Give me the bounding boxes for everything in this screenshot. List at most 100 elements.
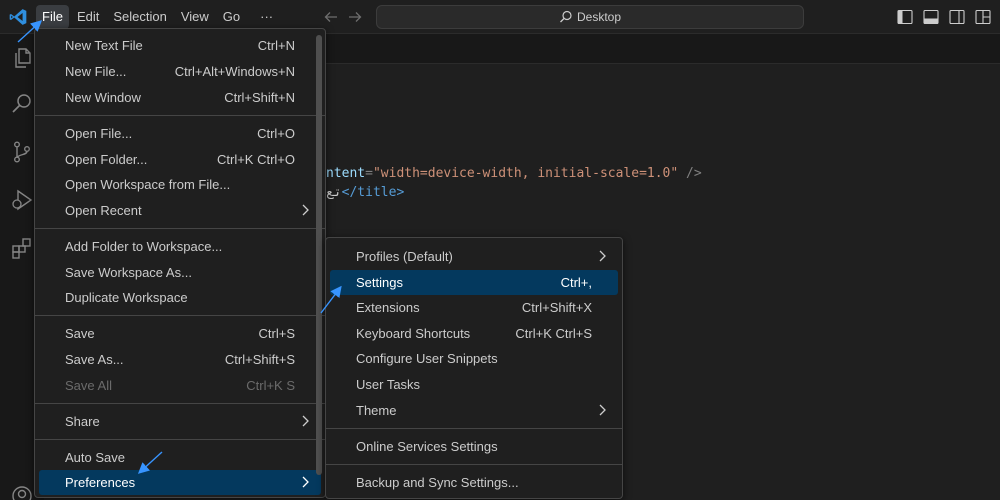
code-tag-end: />: [678, 166, 702, 181]
menu-item-label: Save All: [65, 378, 112, 393]
menu-new-window[interactable]: New Window Ctrl+Shift+N: [39, 85, 321, 110]
menu-save-workspace-as[interactable]: Save Workspace As...: [39, 260, 321, 285]
menu-duplicate-workspace[interactable]: Duplicate Workspace: [39, 285, 321, 310]
search-icon: [560, 10, 572, 23]
chevron-right-icon: [302, 415, 309, 427]
command-center[interactable]: Desktop: [376, 5, 804, 29]
preferences-submenu: Profiles (Default) Settings Ctrl+, Exten…: [325, 237, 623, 499]
menu-user-tasks[interactable]: User Tasks: [330, 372, 618, 397]
code-line-meta-viewport[interactable]: ntent="width=device-width, initial-scale…: [326, 166, 702, 181]
menu-item-label: Profiles (Default): [356, 249, 453, 264]
menu-keyboard-shortcuts[interactable]: Keyboard Shortcuts Ctrl+K Ctrl+S: [330, 321, 618, 346]
source-control-icon[interactable]: [10, 140, 34, 164]
menu-item-label: Settings: [356, 275, 403, 290]
menu-item-label: Theme: [356, 403, 397, 418]
toggle-primary-sidebar-icon[interactable]: [896, 8, 914, 26]
menu-item-label: Backup and Sync Settings...: [356, 475, 519, 490]
menu-auto-save[interactable]: Auto Save: [39, 445, 321, 470]
menu-item-label: Save: [65, 326, 95, 341]
code-text: تع: [326, 185, 342, 200]
menu-edit[interactable]: Edit: [71, 5, 105, 29]
menu-separator: [35, 439, 325, 440]
menu-item-label: Save As...: [65, 352, 124, 367]
search-icon[interactable]: [10, 92, 34, 116]
menu-item-label: New Text File: [65, 38, 143, 53]
menu-new-file[interactable]: New File... Ctrl+Alt+Windows+N: [39, 59, 321, 84]
code-equals: =: [365, 166, 373, 181]
menu-item-label: Share: [65, 414, 100, 429]
code-line-title[interactable]: تع</title>: [326, 185, 404, 200]
menu-item-shortcut: Ctrl+K Ctrl+O: [216, 152, 295, 167]
menu-scrollbar[interactable]: [316, 35, 322, 475]
menu-item-label: User Tasks: [356, 377, 421, 392]
menu-backup-sync[interactable]: Backup and Sync Settings...: [330, 470, 618, 495]
account-icon[interactable]: [10, 484, 34, 500]
menu-preferences[interactable]: Preferences: [39, 470, 321, 495]
menu-more[interactable]: ···: [254, 5, 279, 29]
menu-item-shortcut: Ctrl+Shift+S: [224, 352, 295, 367]
menu-selection[interactable]: Selection: [107, 5, 172, 29]
menu-save-as[interactable]: Save As... Ctrl+Shift+S: [39, 347, 321, 372]
menu-item-label: Auto Save: [65, 450, 125, 465]
code-attr: ntent: [326, 166, 366, 181]
menu-item-label: Online Services Settings: [356, 439, 498, 454]
menu-add-folder[interactable]: Add Folder to Workspace...: [39, 234, 321, 259]
menu-item-label: Configure User Snippets: [356, 351, 498, 366]
menu-save[interactable]: Save Ctrl+S: [39, 321, 321, 346]
code-string: "width=device-width, initial-scale=1.0": [372, 166, 679, 181]
menu-open-file[interactable]: Open File... Ctrl+O: [39, 121, 321, 146]
menu-item-label: Preferences: [65, 475, 136, 490]
menu-file[interactable]: File: [36, 5, 69, 29]
menu-item-label: Extensions: [356, 300, 420, 315]
menu-item-shortcut: Ctrl+K S: [246, 378, 295, 393]
toggle-panel-icon[interactable]: [922, 8, 940, 26]
menu-extensions[interactable]: Extensions Ctrl+Shift+X: [330, 295, 618, 320]
menu-item-shortcut: Ctrl+,: [560, 275, 592, 290]
back-arrow-icon[interactable]: [322, 8, 340, 26]
chevron-right-icon: [302, 476, 309, 488]
menu-item-label: Duplicate Workspace: [65, 290, 188, 305]
menu-item-shortcut: Ctrl+S: [258, 326, 295, 341]
menu-item-shortcut: Ctrl+Alt+Windows+N: [174, 64, 295, 79]
menu-item-shortcut: Ctrl+O: [257, 126, 295, 141]
menu-open-workspace[interactable]: Open Workspace from File...: [39, 172, 321, 197]
command-center-label: Desktop: [576, 10, 622, 24]
menu-go[interactable]: Go: [217, 5, 246, 29]
toggle-secondary-sidebar-icon[interactable]: [948, 8, 966, 26]
menu-share[interactable]: Share: [39, 409, 321, 434]
customize-layout-icon[interactable]: [974, 8, 992, 26]
vscode-logo-icon[interactable]: [8, 7, 28, 27]
menu-separator: [326, 428, 622, 429]
menu-item-label: New Window: [65, 90, 141, 105]
menu-user-snippets[interactable]: Configure User Snippets: [330, 346, 618, 371]
menu-separator: [35, 115, 325, 116]
files-icon[interactable]: [10, 46, 34, 70]
menu-theme[interactable]: Theme: [330, 398, 618, 423]
menu-separator: [35, 403, 325, 404]
menu-item-shortcut: Ctrl+Shift+N: [224, 90, 295, 105]
menu-item-shortcut: Ctrl+K Ctrl+S: [515, 326, 592, 341]
chevron-right-icon: [599, 250, 606, 262]
file-menu: New Text File Ctrl+N New File... Ctrl+Al…: [34, 28, 326, 498]
layout-controls: [888, 8, 992, 26]
menu-save-all: Save All Ctrl+K S: [39, 373, 321, 398]
forward-arrow-icon[interactable]: [346, 8, 364, 26]
menu-settings[interactable]: Settings Ctrl+,: [330, 270, 618, 295]
menu-profiles[interactable]: Profiles (Default): [330, 244, 618, 269]
code-close-tag: </title>: [341, 185, 405, 200]
menu-separator: [35, 228, 325, 229]
menu-item-label: Open Folder...: [65, 152, 148, 167]
menu-new-text-file[interactable]: New Text File Ctrl+N: [39, 33, 321, 58]
menu-item-label: New File...: [65, 64, 127, 79]
menu-bar: File Edit Selection View Go ···: [36, 5, 281, 29]
menu-open-folder[interactable]: Open Folder... Ctrl+K Ctrl+O: [39, 147, 321, 172]
menu-separator: [35, 315, 325, 316]
menu-item-label: Open Workspace from File...: [65, 177, 231, 192]
menu-item-label: Keyboard Shortcuts: [356, 326, 471, 341]
menu-view[interactable]: View: [175, 5, 215, 29]
chevron-right-icon: [599, 404, 606, 416]
menu-open-recent[interactable]: Open Recent: [39, 198, 321, 223]
run-debug-icon[interactable]: [10, 188, 34, 212]
menu-online-services[interactable]: Online Services Settings: [330, 434, 618, 459]
extensions-icon[interactable]: [10, 236, 34, 260]
